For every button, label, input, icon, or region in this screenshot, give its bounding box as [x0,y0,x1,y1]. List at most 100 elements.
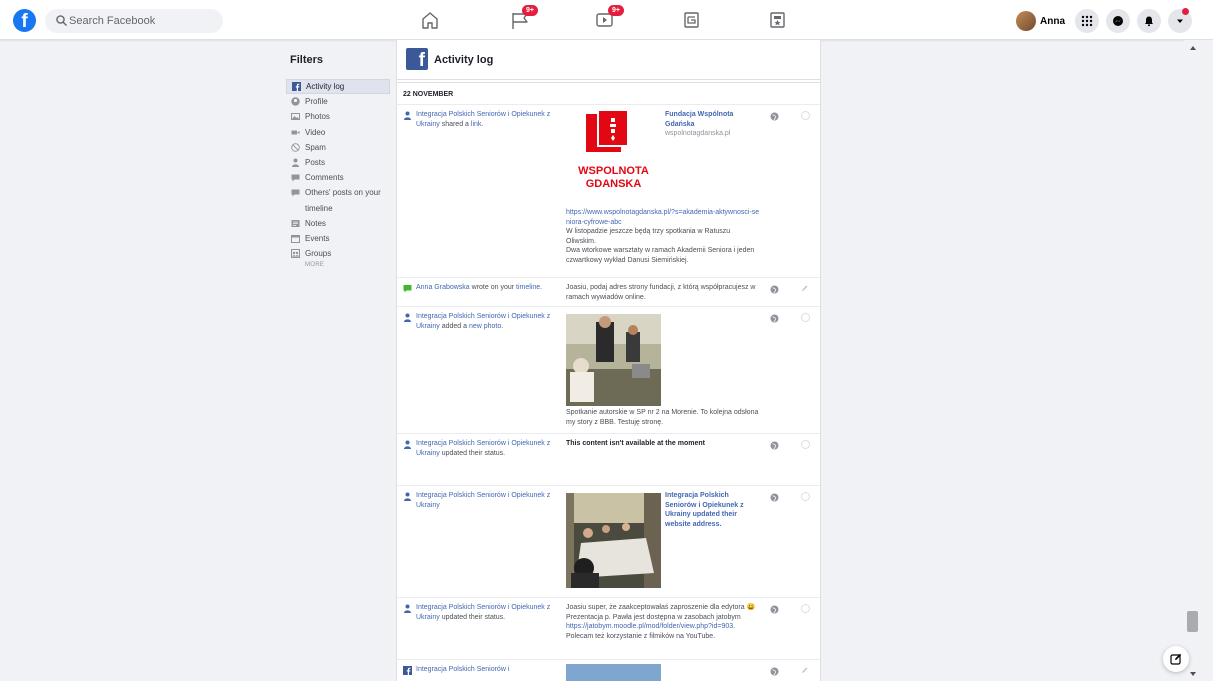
hide-toggle[interactable] [801,604,810,613]
globe-icon[interactable] [770,314,779,323]
actor-link[interactable]: Anna Grabowska [416,284,470,291]
marketplace-nav-button[interactable] [679,8,705,32]
entry-summary: Anna Grabowska wrote on your timeline. [403,283,553,293]
link-preview-meta: Fundacja Wspólnota Gdańska wspolnotagdan… [665,110,755,139]
filter-posts[interactable]: Posts [286,155,390,170]
scrollbar-track[interactable] [1184,40,1213,681]
filter-comments[interactable]: Comments [286,170,390,185]
entry-content: WSPOLNOTA GDANSKA Fundacja Wspólnota Gda… [566,109,761,272]
object-link[interactable]: link [471,121,482,128]
action-text: wrote on your [471,284,515,291]
post-text-2: Dwa wtorkowe warsztaty w ramach Akademii… [566,247,755,264]
person-icon [403,604,412,613]
top-bar: f 9+ 9+ Anna [0,0,1213,40]
filters-list: Activity log Profile Photos Video Spam P… [286,79,390,268]
facebook-logo[interactable]: f [13,9,36,32]
edit-button[interactable] [801,284,810,293]
classroom-photo [566,314,661,406]
object-link[interactable]: timeline [516,284,540,291]
search-input[interactable] [69,9,217,33]
actor-link[interactable]: Integracja Polskich Seniorów i Opiekunek… [416,111,550,128]
globe-icon[interactable] [770,605,779,614]
avatar [1016,11,1036,31]
watch-badge: 9+ [608,5,624,16]
post-text-2: Prezentacja p. Pawła jest dostępna w zas… [566,613,741,621]
filter-events[interactable]: Events [286,231,390,246]
activity-entry: Anna Grabowska wrote on your timeline. J… [397,278,820,307]
filter-photos[interactable]: Photos [286,109,390,124]
activity-log-panel: f Activity log 22 NOVEMBER Integracja Po… [396,40,821,681]
new-message-button[interactable] [1163,646,1189,672]
pages-nav-button[interactable]: 9+ [508,5,538,32]
caret-down-icon [1177,19,1183,23]
post-text: Spotkanie autorskie w SP nr 2 na Morenie… [566,409,759,426]
post-photo[interactable] [566,314,661,406]
entry-content: Joasiu, podaj adres strony fundacji, z k… [566,284,756,301]
filter-others-posts-continued[interactable]: timeline [286,201,390,216]
watch-nav-button[interactable]: 9+ [593,5,624,32]
filters-more-link[interactable]: MORE [286,262,390,268]
person-icon [403,111,412,120]
person-icon [403,440,412,449]
comments-icon [291,173,300,182]
facebook-square-icon [403,666,412,675]
globe-icon[interactable] [770,667,779,676]
hide-toggle[interactable] [801,111,810,120]
update-description[interactable]: Integracja Polskich Seniorów i Opiekunek… [665,491,757,529]
video-icon [291,128,300,137]
filter-video[interactable]: Video [286,125,390,140]
filters-title: Filters [290,54,324,66]
post-photo[interactable] [566,664,661,681]
menu-button[interactable] [1075,9,1099,33]
scrollbar-thumb[interactable] [1187,611,1198,632]
date-heading: 22 NOVEMBER [397,83,820,105]
actor-link[interactable]: Integracja Polskich Seniorów i [416,665,509,675]
notifications-button[interactable] [1137,9,1161,33]
scroll-down-arrow-icon[interactable] [1189,670,1197,678]
home-nav-button[interactable] [417,8,443,32]
globe-icon[interactable] [770,493,779,502]
entry-summary: Integracja Polskich Seniorów i Opiekunek… [403,491,553,510]
notes-icon [291,219,300,228]
marketplace-icon [684,12,699,28]
facebook-square-logo: f [406,48,428,70]
search-box[interactable] [45,9,223,33]
wspolnota-gdanska-logo[interactable]: WSPOLNOTA GDANSKA [566,109,661,205]
globe-icon[interactable] [770,285,779,294]
filter-spam[interactable]: Spam [286,140,390,155]
globe-icon[interactable] [770,441,779,450]
bell-icon [1145,16,1153,27]
edit-button[interactable] [801,666,810,675]
actor-link[interactable]: Integracja Polskich Seniorów i Opiekunek… [416,491,553,510]
gaming-icon [770,12,785,28]
post-text-3: Polecam też korzystanie z filmików na Yo… [566,632,716,640]
link-preview-title[interactable]: Fundacja Wspólnota Gdańska [665,110,755,129]
filter-notes[interactable]: Notes [286,216,390,231]
entry-summary: Integracja Polskich Seniorów i Opiekunek… [403,110,553,129]
hide-toggle[interactable] [801,492,810,501]
entry-content: Spotkanie autorskie w SP nr 2 na Morenie… [566,312,761,432]
messenger-button[interactable] [1106,9,1130,33]
globe-icon[interactable] [770,112,779,121]
activity-log-header: f Activity log [397,40,820,80]
filter-profile[interactable]: Profile [286,94,390,109]
entry-summary: Integracja Polskich Seniorów i Opiekunek… [403,312,553,331]
hide-toggle[interactable] [801,440,810,449]
object-link[interactable]: new photo [469,323,501,330]
profile-button[interactable]: Anna [1016,10,1065,32]
gaming-nav-button[interactable] [765,8,791,32]
filter-groups[interactable]: Groups [286,246,390,261]
facebook-square-icon [292,82,301,92]
entry-content: Integracja Polskich Seniorów i Opiekunek… [566,491,761,591]
scroll-up-arrow-icon[interactable] [1189,44,1197,52]
post-url-link[interactable]: https://www.wspolnotagdanska.pl/?s=akade… [566,208,761,227]
post-photo[interactable] [566,493,661,588]
action-text: updated their status. [441,613,506,621]
posts-icon [291,158,300,168]
hide-toggle[interactable] [801,313,810,322]
post-text: Joasiu super, że zaakceptowałaś zaprosze… [566,604,745,611]
filter-activity-log[interactable]: Activity log [286,79,390,95]
post-url-link[interactable]: https://jatobym.moodle.pl/mod/folder/vie… [566,622,761,632]
messenger-icon [1113,16,1123,26]
filter-others-posts[interactable]: Others' posts on your [286,185,390,200]
